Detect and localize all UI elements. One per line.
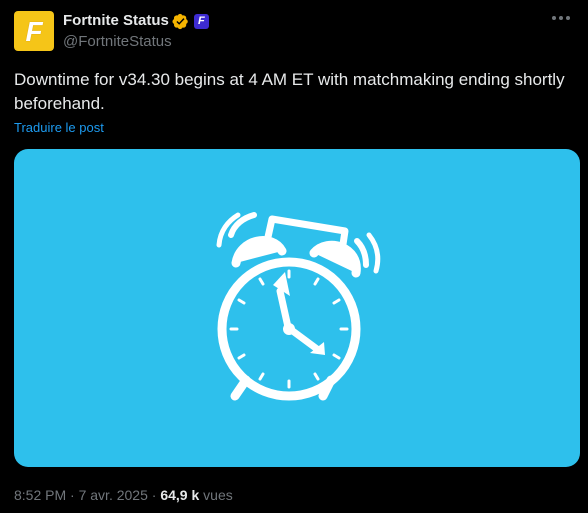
affiliate-badge-icon[interactable]: F	[193, 13, 209, 29]
tweet-date[interactable]: 7 avr. 2025	[79, 487, 148, 503]
alarm-clock-icon	[216, 212, 381, 401]
account-handle[interactable]: @FortniteStatus	[63, 33, 172, 51]
tweet-meta-row: 8:52 PM · 7 avr. 2025 · 64,9 k vues	[14, 486, 233, 504]
avatar-logo-letter: F	[25, 16, 43, 47]
more-options-icon	[552, 16, 570, 20]
account-name-row: Fortnite Status F	[63, 11, 209, 31]
avatar[interactable]: F	[14, 11, 54, 51]
meta-separator: ·	[70, 487, 75, 503]
translate-post-link[interactable]: Traduire le post	[14, 120, 104, 136]
tweet-time[interactable]: 8:52 PM	[14, 487, 66, 503]
views-label: vues	[203, 487, 233, 503]
verified-badge-icon	[172, 13, 188, 29]
meta-separator: ·	[151, 487, 157, 503]
tweet-media-image[interactable]	[14, 149, 580, 467]
tweet-text: Downtime for v34.30 begins at 4 AM ET wi…	[14, 70, 565, 113]
display-name[interactable]: Fortnite Status	[63, 11, 169, 31]
views-count[interactable]: 64,9 k	[160, 487, 199, 503]
more-options-button[interactable]	[548, 8, 574, 28]
